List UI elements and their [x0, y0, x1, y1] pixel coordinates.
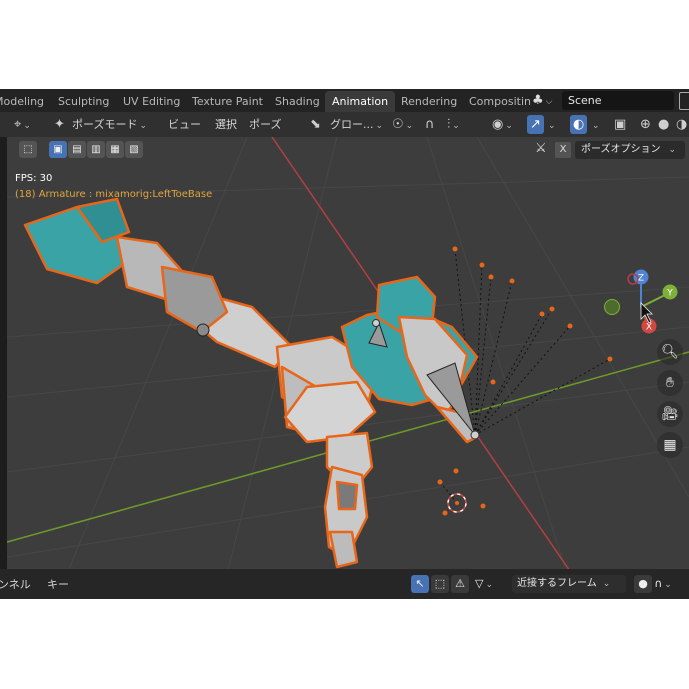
active-object-text: (18) Armature : mixamorig:LeftToeBase: [15, 189, 213, 200]
mode-selector[interactable]: ポーズモード ⌄: [72, 115, 147, 134]
viewport-scene[interactable]: Z Y X: [7, 137, 689, 574]
tab-texture-paint[interactable]: Texture Paint: [192, 91, 263, 112]
select-cursor-icon[interactable]: ↖: [411, 575, 429, 593]
gizmo-y-label: Y: [666, 289, 673, 299]
pose-mode-icon: ✦: [54, 117, 65, 132]
new-scene-icon[interactable]: [679, 92, 689, 110]
scene-icon[interactable]: ♣ ⌵: [532, 92, 558, 110]
ortho-grid-icon[interactable]: ▦: [657, 432, 683, 458]
mode-label: ポーズモード: [72, 118, 138, 131]
pose-options-label: ポーズオプション: [581, 144, 661, 155]
falloff-curve-icon[interactable]: ∩ ⌄: [654, 575, 672, 593]
solid-shading-icon[interactable]: ●: [658, 115, 669, 134]
gizmo-x-label: X: [646, 323, 652, 333]
snap-icon[interactable]: ∩: [425, 115, 435, 134]
gizmo-neg-y-axis[interactable]: [604, 299, 620, 315]
proportional-edit-icon[interactable]: ●: [634, 575, 652, 593]
overlay-icon[interactable]: ◐: [570, 115, 588, 134]
menu-pose[interactable]: ポーズ: [249, 115, 281, 134]
workspace-tab-bar: Modeling Sculpting UV Editing Texture Pa…: [0, 89, 689, 112]
wireframe-shading-icon[interactable]: ⊕: [640, 115, 651, 134]
snap-mode-select[interactable]: 近接するフレーム ⌄: [512, 575, 626, 593]
xray-icon[interactable]: ▣: [614, 115, 626, 134]
orientation-icon: ⬊: [310, 117, 321, 132]
tab-compositing[interactable]: Compositin: [469, 91, 531, 112]
zoom-icon[interactable]: 🔍︎: [657, 339, 683, 365]
select-intersect-icon[interactable]: ▧: [125, 141, 143, 158]
gizmo-dropdown-icon[interactable]: ⌄: [546, 115, 556, 134]
select-extend-icon[interactable]: ▤: [68, 141, 86, 158]
tab-shading[interactable]: Shading: [275, 91, 320, 112]
camera-icon[interactable]: 🎥︎: [657, 401, 683, 427]
tab-animation[interactable]: Animation: [325, 91, 396, 112]
gizmo-icon[interactable]: ↗: [527, 115, 544, 134]
orientation-label: グロー...: [330, 118, 374, 131]
tab-rendering[interactable]: Rendering: [401, 91, 457, 112]
pivot-icon[interactable]: ☉ ⌄: [392, 115, 413, 134]
transform-orientation-select[interactable]: グロー... ⌄: [330, 115, 383, 134]
tab-modeling[interactable]: Modeling: [0, 91, 44, 112]
box-select-icon[interactable]: ⬚: [431, 575, 449, 593]
navigation-gizmo[interactable]: Z Y X: [604, 269, 678, 334]
tab-sculpting[interactable]: Sculpting: [58, 91, 109, 112]
pan-hand-icon[interactable]: ✋︎: [657, 370, 683, 396]
menu-channel[interactable]: ンネル: [0, 576, 31, 593]
3d-cursor-icon: [447, 493, 467, 513]
material-shading-icon[interactable]: ◑: [676, 115, 687, 134]
snap-mode-label: 近接するフレーム: [517, 578, 597, 589]
scene-name-field[interactable]: Scene: [562, 91, 674, 110]
pose-x-mirror-toggle[interactable]: X: [555, 142, 571, 158]
menu-select[interactable]: 選択: [215, 115, 237, 134]
visibility-icon[interactable]: ◉ ⌄: [492, 115, 513, 134]
3d-viewport[interactable]: Z Y X ⬚ ▣ ▤ ▥ ▦ ▧ ⚔ X ポーズオプション ⌄ FPS: 30 …: [7, 137, 689, 574]
blender-window: Modeling Sculpting UV Editing Texture Pa…: [0, 89, 689, 599]
warning-icon[interactable]: ⚠: [451, 575, 469, 593]
menu-view[interactable]: ビュー: [168, 115, 201, 134]
pose-options-dropdown[interactable]: ポーズオプション ⌄: [575, 141, 685, 159]
pose-symmetry-icon[interactable]: ⚔: [535, 141, 547, 156]
proportional-icon[interactable]: ⫶ ⌄: [447, 115, 460, 134]
filter-icon[interactable]: ▽ ⌄: [475, 575, 493, 593]
tab-uv-editing[interactable]: UV Editing: [123, 91, 180, 112]
select-invert-icon[interactable]: ▦: [106, 141, 124, 158]
select-box-tool-icon[interactable]: ⬚: [19, 141, 37, 158]
pose-transform-icon[interactable]: ⌖ ⌄: [14, 115, 31, 134]
timeline-header: ンネル キー ↖ ⬚ ⚠ ▽ ⌄ 近接するフレーム ⌄ ● ∩ ⌄: [0, 569, 689, 599]
select-new-icon[interactable]: ▣: [49, 141, 67, 158]
viewport-header: ⌖ ⌄ ✦ ポーズモード ⌄ ビュー 選択 ポーズ ⬊ グロー... ⌄ ☉ ⌄ ∩ ⫶…: [0, 112, 689, 137]
select-subtract-icon[interactable]: ▥: [87, 141, 105, 158]
overlay-dropdown-icon[interactable]: ⌄: [590, 115, 600, 134]
menu-key[interactable]: キー: [47, 576, 69, 593]
fps-readout: FPS: 30: [15, 173, 53, 184]
gizmo-z-label: Z: [638, 274, 644, 284]
